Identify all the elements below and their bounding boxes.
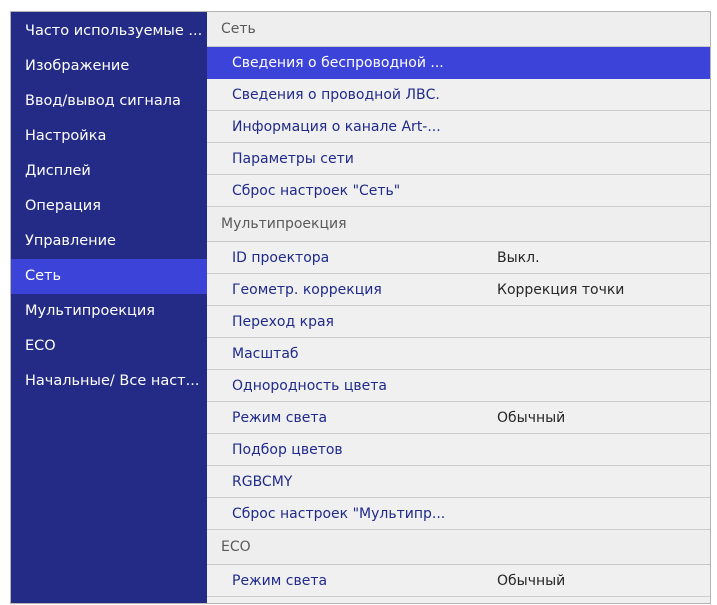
menu-item-label: Масштаб [232,345,299,362]
menu-item-wireless-info[interactable]: Сведения о беспроводной ... [207,47,710,79]
menu-item-label: Информация о канале Art-... [232,118,441,135]
menu-item-projector-id[interactable]: ID проектора Выкл. [207,242,710,274]
menu-item-label: Сведения о беспроводной ... [232,54,444,71]
menu-item-value: Коррекция точки [497,281,625,298]
section-header-multiprojection: Мультипроекция [207,207,710,242]
menu-item-label: Переход края [232,313,334,330]
sidebar-item-initial-all-settings[interactable]: Начальные/ Все наст... [11,364,207,399]
menu-item-wired-lan-info[interactable]: Сведения о проводной ЛВС. [207,79,710,111]
sidebar-item-frequently-used[interactable]: Часто используемые ... [11,14,207,49]
menu-item-color-matching[interactable]: Подбор цветов [207,434,710,466]
menu-item-reset-multiprojection[interactable]: Сброс настроек "Мультипр... [207,498,710,530]
menu-item-art-net-info[interactable]: Информация о канале Art-... [207,111,710,143]
menu-item-edge-blending[interactable]: Переход края [207,306,710,338]
menu-item-label: RGBCMY [232,473,293,490]
menu-item-label: Однородность цвета [232,377,387,394]
section-header-eco: ECO [207,530,710,565]
sidebar-item-installation[interactable]: Настройка [11,119,207,154]
menu-item-label: Геометр. коррекция [232,281,382,298]
menu-item-light-mode[interactable]: Режим света Обычный [207,402,710,434]
menu-item-label: Режим света [232,409,328,426]
menu-item-value: Обычный [497,409,566,426]
menu-item-label: Параметры сети [232,150,354,167]
sidebar-item-image[interactable]: Изображение [11,49,207,84]
sidebar-item-operation[interactable]: Операция [11,189,207,224]
menu-item-value: Обычный [497,572,566,589]
menu-item-reset-network[interactable]: Сброс настроек "Сеть" [207,175,710,207]
menu-item-label: Подбор цветов [232,441,343,458]
projector-menu: Часто используемые ... Изображение Ввод/… [10,11,711,604]
menu-item-label: Сброс настроек "Сеть" [232,182,401,199]
menu-item-rgbcmy[interactable]: RGBCMY [207,466,710,498]
section-header-network: Сеть [207,12,710,47]
sidebar-item-eco[interactable]: ECO [11,329,207,364]
sidebar-item-display[interactable]: Дисплей [11,154,207,189]
sidebar: Часто используемые ... Изображение Ввод/… [11,12,207,603]
sidebar-item-signal-io[interactable]: Ввод/вывод сигнала [11,84,207,119]
menu-item-color-uniformity[interactable]: Однородность цвета [207,370,710,402]
menu-item-scale[interactable]: Масштаб [207,338,710,370]
menu-item-label: Сброс настроек "Мультипр... [232,505,446,522]
sidebar-item-multiprojection[interactable]: Мультипроекция [11,294,207,329]
menu-item-eco-light-mode[interactable]: Режим света Обычный [207,565,710,597]
menu-item-geometry-correction[interactable]: Геометр. коррекция Коррекция точки [207,274,710,306]
settings-panel: Сеть Сведения о беспроводной ... Сведени… [207,12,710,603]
menu-item-network-settings[interactable]: Параметры сети [207,143,710,175]
menu-item-value: Выкл. [497,249,540,266]
sidebar-item-management[interactable]: Управление [11,224,207,259]
sidebar-item-network[interactable]: Сеть [11,259,207,294]
menu-item-label: Сведения о проводной ЛВС. [232,86,440,103]
menu-item-label: Режим света [232,572,328,589]
menu-item-label: ID проектора [232,249,330,266]
